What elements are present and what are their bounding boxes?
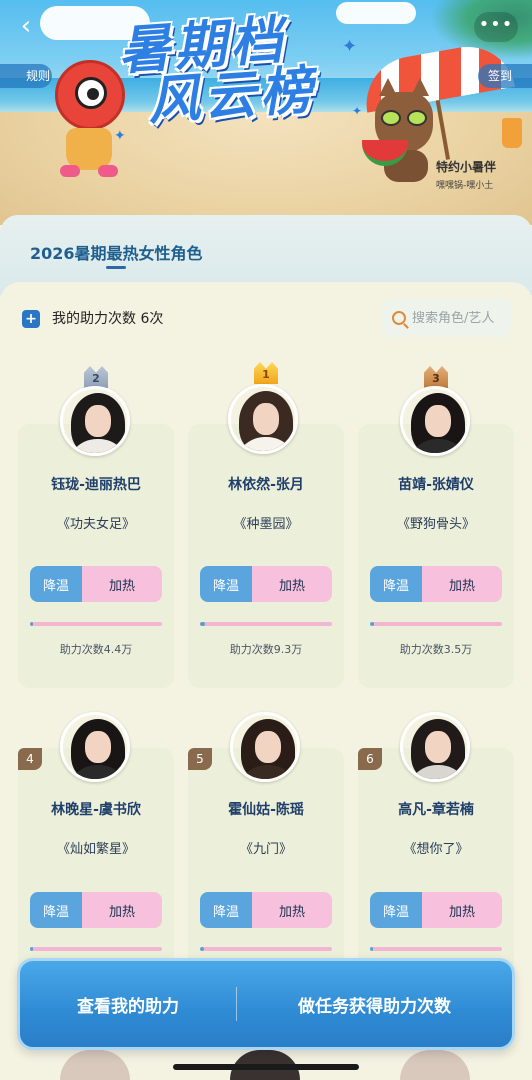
search-icon	[392, 311, 406, 325]
drink-icon	[502, 118, 522, 148]
heat-progress-bar	[370, 622, 502, 626]
character-name: 霍仙姑-陈瑶	[228, 802, 304, 818]
sponsor-subtitle: 嘿嘿锅-嘿小土	[436, 181, 494, 191]
my-boost-count: 我的助力次数 6次	[52, 311, 164, 327]
sponsor-title: 特约小暑伴	[436, 160, 497, 174]
character-name: 林晚星-虞书欣	[51, 802, 141, 818]
heat-up-button[interactable]: 加热	[82, 892, 162, 928]
boost-total: 助力次数9.3万	[229, 643, 303, 656]
rules-button[interactable]: 规则	[0, 64, 52, 88]
sparkle-icon: ✦	[342, 36, 358, 57]
ranking-card[interactable]	[18, 748, 174, 988]
cool-down-button[interactable]: 降温	[30, 892, 82, 928]
cool-down-button[interactable]: 降温	[200, 566, 252, 602]
boost-total: 助力次数3.5万	[399, 643, 473, 656]
ranking-card[interactable]	[188, 748, 344, 988]
view-my-boosts-button[interactable]: 查看我的助力	[20, 969, 236, 1039]
cool-down-button[interactable]: 降温	[30, 566, 82, 602]
banner-title: 暑期档 风云榜	[116, 10, 318, 133]
avatar	[60, 712, 130, 782]
heat-up-button[interactable]: 加热	[422, 566, 502, 602]
mascot-body	[66, 128, 112, 170]
sponsor-label: 特约小暑伴 嘿嘿锅-嘿小土	[436, 158, 496, 191]
heat-progress-bar	[200, 622, 332, 626]
sparkle-icon: ✦	[352, 104, 363, 118]
signin-button[interactable]: 签到	[478, 64, 532, 88]
heat-up-button[interactable]: 加热	[252, 892, 332, 928]
mascot-legs	[60, 165, 118, 179]
boost-plus-icon: +	[22, 310, 40, 328]
vote-buttons: 降温 加热	[200, 566, 332, 602]
vote-buttons: 降温 加热	[30, 566, 162, 602]
show-title: 《种墨园》	[233, 517, 299, 532]
boost-total: 助力次数4.4万	[59, 643, 133, 656]
header-banner: 暑期档 风云榜 ✦ ✦ ✦ 特约小暑伴 嘿嘿锅-嘿小土 ‹ ••• 规则 签到	[0, 0, 532, 225]
character-name: 林依然-张月	[228, 477, 304, 493]
search-box[interactable]	[382, 299, 512, 337]
cloud	[336, 2, 416, 24]
bottom-action-bar: 查看我的助力 做任务获得助力次数	[17, 958, 515, 1050]
heat-progress-bar	[30, 947, 162, 951]
tab-hottest-female-characters[interactable]: 2026暑期最热女性角色	[30, 240, 203, 264]
character-name: 高凡-章若楠	[398, 802, 474, 818]
character-name: 苗靖-张婧仪	[398, 477, 474, 493]
heat-up-button[interactable]: 加热	[252, 566, 332, 602]
avatar	[400, 712, 470, 782]
show-title: 《九门》	[239, 842, 292, 857]
tab-underline	[106, 266, 126, 269]
avatar	[400, 386, 470, 456]
vote-buttons: 降温 加热	[30, 892, 162, 928]
heat-progress-bar	[30, 622, 162, 626]
avatar	[60, 386, 130, 456]
rank-badge: 5	[188, 748, 212, 770]
heat-progress-bar	[370, 947, 502, 951]
heat-progress-bar	[200, 947, 332, 951]
avatar	[228, 384, 298, 454]
character-name: 钰珑-迪丽热巴	[51, 477, 141, 493]
show-title: 《野狗骨头》	[396, 517, 475, 532]
show-title: 《想你了》	[403, 842, 469, 857]
sparkle-icon: ✦	[114, 128, 126, 144]
rank-badge: 4	[18, 748, 42, 770]
cool-down-button[interactable]: 降温	[370, 566, 422, 602]
vote-buttons: 降温 加热	[200, 892, 332, 928]
show-title: 《灿如繁星》	[56, 842, 135, 857]
vote-buttons: 降温 加热	[370, 566, 502, 602]
heat-up-button[interactable]: 加热	[82, 566, 162, 602]
rank-badge: 6	[358, 748, 382, 770]
chevron-left-icon: ‹	[20, 11, 32, 41]
cool-down-button[interactable]: 降温	[370, 892, 422, 928]
weibo-eye-mascot	[55, 60, 125, 130]
cool-down-button[interactable]: 降温	[200, 892, 252, 928]
avatar	[230, 712, 300, 782]
vote-buttons: 降温 加热	[370, 892, 502, 928]
home-indicator	[173, 1064, 359, 1070]
search-input[interactable]	[412, 310, 512, 326]
ranking-card[interactable]	[358, 748, 514, 988]
back-button[interactable]: ‹	[12, 12, 40, 40]
heat-up-button[interactable]: 加热	[422, 892, 502, 928]
show-title: 《功夫女足》	[56, 517, 135, 532]
do-tasks-button[interactable]: 做任务获得助力次数	[237, 969, 512, 1039]
more-button[interactable]: •••	[474, 12, 518, 42]
